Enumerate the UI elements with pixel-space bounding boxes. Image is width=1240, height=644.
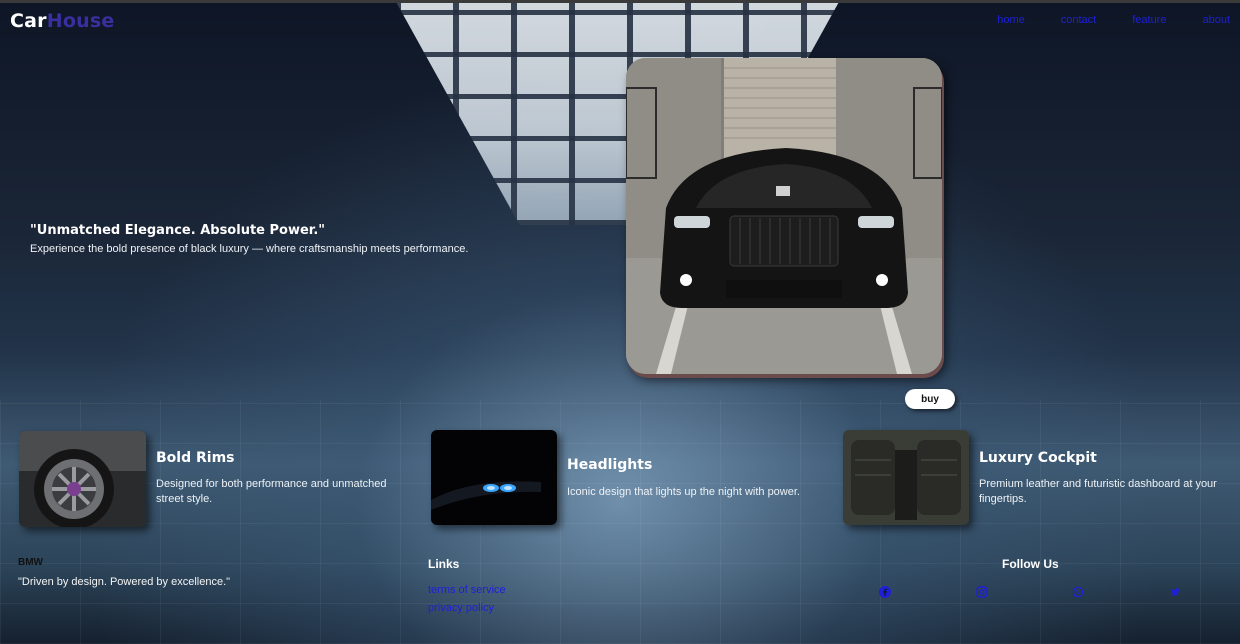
nav-about[interactable]: about (1202, 14, 1230, 26)
privacy-policy-link[interactable]: privacy policy (428, 602, 494, 614)
footer-links-title: Links (428, 557, 460, 571)
buy-button[interactable]: buy (905, 389, 955, 409)
hero-car-image (626, 58, 942, 374)
nav-contact[interactable]: contact (1061, 14, 1096, 26)
feature-desc-rims: Designed for both performance and unmatc… (156, 478, 387, 505)
footer-brand: BMW (18, 557, 43, 568)
terms-of-service-link[interactable]: terms of service (428, 584, 506, 596)
feature-title-rims: Bold Rims (156, 450, 235, 466)
whatsapp-icon[interactable] (1072, 585, 1084, 598)
black-car-illustration (626, 58, 942, 374)
top-border (0, 0, 1240, 3)
facebook-icon[interactable] (879, 585, 891, 598)
feature-rims-image (19, 431, 146, 527)
logo-part-house: House (46, 10, 115, 32)
feature-title-cockpit: Luxury Cockpit (979, 450, 1097, 466)
instagram-icon[interactable] (976, 585, 988, 598)
twitter-icon[interactable] (1169, 585, 1181, 597)
rim-illustration (19, 431, 146, 527)
headlight-illustration (431, 430, 557, 525)
logo-part-car: Car (10, 10, 47, 32)
hero-title: "Unmatched Elegance. Absolute Power." (30, 223, 326, 238)
nav-feature[interactable]: feature (1132, 14, 1166, 26)
feature-headlights-image (431, 430, 557, 525)
feature-title-headlights: Headlights (567, 457, 653, 473)
main-nav: home contact feature about (997, 14, 1230, 26)
nav-home[interactable]: home (997, 14, 1025, 26)
feature-desc-headlights: Iconic design that lights up the night w… (567, 486, 800, 498)
footer-tagline: "Driven by design. Powered by excellence… (18, 576, 231, 588)
cockpit-illustration (843, 430, 969, 525)
site-logo[interactable]: CarHouse (10, 10, 114, 32)
follow-us-title: Follow Us (1002, 557, 1059, 571)
floor-grid (0, 400, 1240, 644)
feature-cockpit-image (843, 430, 969, 525)
hero-subtitle: Experience the bold presence of black lu… (30, 243, 469, 255)
feature-desc-cockpit: Premium leather and futuristic dashboard… (979, 478, 1217, 505)
